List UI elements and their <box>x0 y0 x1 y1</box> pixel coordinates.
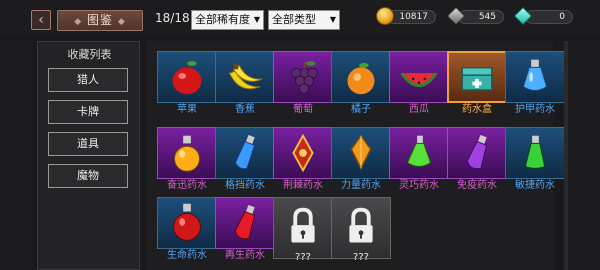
rarity-filter-value: 全部稀有度 <box>195 13 250 26</box>
page-title-text: 图鉴 <box>86 13 113 27</box>
item-card[interactable]: 香蕉 <box>215 51 275 117</box>
item-card[interactable]: 敏捷药水 <box>505 127 565 193</box>
item-card[interactable]: 护甲药水 <box>505 51 565 117</box>
locked-item-card[interactable]: ??? <box>331 197 391 263</box>
dropdown-arrow-icon: ▼ <box>253 15 260 24</box>
gray-gem-amount: 545 <box>458 10 504 24</box>
haste-potion-icon <box>157 127 217 179</box>
item-card[interactable]: 西瓜 <box>389 51 449 117</box>
sidebar-title: 收藏列表 <box>67 48 112 61</box>
rarity-filter-dropdown[interactable]: 全部稀有度 ▼ <box>191 10 264 30</box>
lock-icon <box>273 197 333 259</box>
immunity-potion-icon <box>447 127 507 179</box>
sidebar-item-hunters[interactable]: 猎人 <box>48 68 128 92</box>
health-potion-icon <box>157 197 217 249</box>
item-card[interactable]: 生命药水 <box>157 197 217 263</box>
sidebar-item-items[interactable]: 道具 <box>48 132 128 156</box>
banana-icon <box>215 51 275 103</box>
item-card[interactable]: 药水盒 <box>447 51 507 117</box>
item-card[interactable]: 荆棘药水 <box>273 127 333 193</box>
item-card[interactable]: 奋迅药水 <box>157 127 217 193</box>
ornament-right-icon: ◆ <box>117 17 126 27</box>
item-card[interactable]: 再生药水 <box>215 197 275 263</box>
orange-icon <box>331 51 391 103</box>
locked-item-card[interactable]: ??? <box>273 197 333 263</box>
armor-potion-icon <box>505 51 565 103</box>
grapes-icon <box>273 51 333 103</box>
dropdown-arrow-icon: ▼ <box>329 15 336 24</box>
item-card[interactable]: 力量药水 <box>331 127 391 193</box>
block-potion-icon <box>215 127 275 179</box>
ornament-left-icon: ◆ <box>74 17 83 27</box>
item-name: ??? <box>353 252 369 263</box>
collection-count: 18/18 <box>155 11 190 25</box>
lock-icon <box>331 197 391 259</box>
chevron-left-icon: ‹ <box>38 12 44 28</box>
thorns-potion-icon <box>273 127 333 179</box>
item-card[interactable]: 橘子 <box>331 51 391 117</box>
dexterity-potion-icon <box>389 127 449 179</box>
watermelon-icon <box>389 51 449 103</box>
item-card[interactable]: 苹果 <box>157 51 217 117</box>
sidebar-item-cards[interactable]: 卡牌 <box>48 100 128 124</box>
regen-potion-icon <box>215 197 275 249</box>
apple-icon <box>157 51 217 103</box>
item-card[interactable]: 灵巧药水 <box>389 127 449 193</box>
item-card[interactable]: 格挡药水 <box>215 127 275 193</box>
item-name: 敏捷药水 <box>515 180 555 191</box>
page-title: ◆ 图鉴 ◆ <box>57 10 143 31</box>
teal-gem-currency: 0 <box>513 6 573 27</box>
item-name: 护甲药水 <box>515 104 555 115</box>
gray-gem-currency: 545 <box>446 6 504 27</box>
potion-chest-icon <box>447 51 507 103</box>
agility-potion-icon <box>505 127 565 179</box>
grid-scrollbar[interactable] <box>564 41 568 270</box>
item-card[interactable]: 葡萄 <box>273 51 333 117</box>
teal-gem-amount: 0 <box>525 10 573 24</box>
item-card[interactable]: 免疫药水 <box>447 127 507 193</box>
strength-potion-icon <box>331 127 391 179</box>
gold-coin-icon <box>376 7 394 25</box>
sidebar-item-monsters[interactable]: 魔物 <box>48 164 128 188</box>
type-filter-value: 全部类型 <box>272 13 316 26</box>
gold-currency: 10817 <box>376 7 436 27</box>
back-button[interactable]: ‹ <box>31 10 51 30</box>
type-filter-dropdown[interactable]: 全部类型 ▼ <box>268 10 340 30</box>
item-grid: 苹果 香蕉 葡萄 橘子 西瓜 药水盒 护甲药水 奋迅药水 格挡药水 荆棘药水 力… <box>147 41 565 270</box>
collection-sidebar: 收藏列表 猎人 卡牌 道具 魔物 <box>37 41 140 270</box>
